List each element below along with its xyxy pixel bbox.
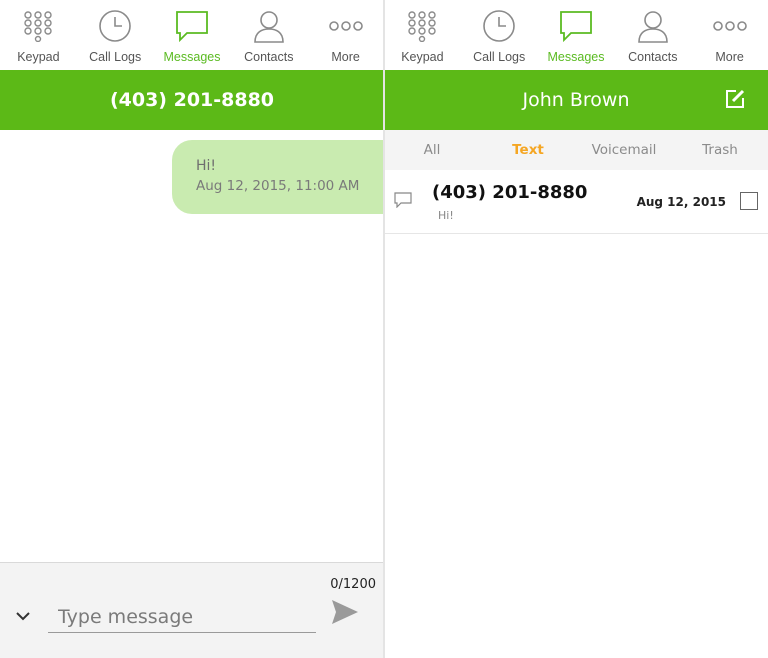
more-dots-icon xyxy=(712,8,748,44)
tab-label: Keypad xyxy=(17,50,60,64)
message-text: Hi! xyxy=(196,158,217,174)
message-composer: 0/1200 xyxy=(0,562,384,658)
more-dots-icon xyxy=(328,8,364,44)
tab-more[interactable]: More xyxy=(307,0,384,70)
tab-messages[interactable]: Messages xyxy=(154,0,231,70)
contact-number: (403) 201-8880 xyxy=(432,182,588,203)
message-list-item[interactable]: (403) 201-8880 Hi! Aug 12, 2015 xyxy=(384,170,768,234)
person-icon xyxy=(635,8,671,44)
tab-contacts[interactable]: Contacts xyxy=(614,0,691,70)
screen-divider xyxy=(383,0,385,658)
person-icon xyxy=(251,8,287,44)
app-screens: Keypad Call Logs Messages Contacts More … xyxy=(0,0,768,658)
filter-voicemail[interactable]: Voicemail xyxy=(576,142,672,158)
tab-label: More xyxy=(331,50,360,64)
tab-messages[interactable]: Messages xyxy=(538,0,615,70)
tab-label: Messages xyxy=(547,50,605,64)
filter-text[interactable]: Text xyxy=(480,142,576,158)
conversation-screen: Keypad Call Logs Messages Contacts More … xyxy=(0,0,384,658)
conversation-header: (403) 201-8880 xyxy=(0,70,384,130)
conversation-title: (403) 201-8880 xyxy=(109,89,275,111)
tab-call-logs[interactable]: Call Logs xyxy=(77,0,154,70)
character-counter: 0/1200 xyxy=(330,577,376,592)
chevron-down-icon[interactable] xyxy=(14,609,32,623)
tab-label: Call Logs xyxy=(89,50,142,64)
filter-all[interactable]: All xyxy=(384,142,480,158)
compose-icon[interactable] xyxy=(724,88,746,110)
message-date: Aug 12, 2015 xyxy=(636,195,726,209)
chat-bubble-icon xyxy=(394,192,412,209)
tab-label: Messages xyxy=(163,50,221,64)
send-icon[interactable] xyxy=(330,597,360,627)
bottom-tab-bar: Keypad Call Logs Messages Contacts More xyxy=(0,0,384,70)
message-filter-bar: All Text Voicemail Trash xyxy=(384,130,768,170)
inbox-header: John Brown xyxy=(384,70,768,130)
tab-keypad[interactable]: Keypad xyxy=(384,0,461,70)
message-thread[interactable]: Hi! Aug 12, 2015, 11:00 AM xyxy=(0,130,384,562)
select-checkbox[interactable] xyxy=(740,192,758,210)
keypad-icon xyxy=(20,8,56,44)
keypad-icon xyxy=(404,8,440,44)
inbox-screen: Keypad Call Logs Messages Contacts More … xyxy=(384,0,768,658)
tab-label: Contacts xyxy=(244,50,294,64)
clock-icon xyxy=(97,8,133,44)
bottom-tab-bar: Keypad Call Logs Messages Contacts More xyxy=(384,0,768,70)
tab-keypad[interactable]: Keypad xyxy=(0,0,77,70)
contact-name: John Brown xyxy=(522,89,630,111)
message-bubble-icon xyxy=(174,8,210,44)
tab-contacts[interactable]: Contacts xyxy=(230,0,307,70)
filter-trash[interactable]: Trash xyxy=(672,142,768,158)
message-bubble-icon xyxy=(558,8,594,44)
tab-call-logs[interactable]: Call Logs xyxy=(461,0,538,70)
message-timestamp: Aug 12, 2015, 11:00 AM xyxy=(196,178,360,194)
message-preview: Hi! xyxy=(438,209,454,222)
message-bubble[interactable]: Hi! Aug 12, 2015, 11:00 AM xyxy=(172,140,384,214)
tab-label: Keypad xyxy=(401,50,444,64)
tab-label: Contacts xyxy=(628,50,678,64)
tab-more[interactable]: More xyxy=(691,0,768,70)
message-input[interactable] xyxy=(48,601,316,633)
tab-label: Call Logs xyxy=(473,50,526,64)
tab-label: More xyxy=(715,50,744,64)
clock-icon xyxy=(481,8,517,44)
